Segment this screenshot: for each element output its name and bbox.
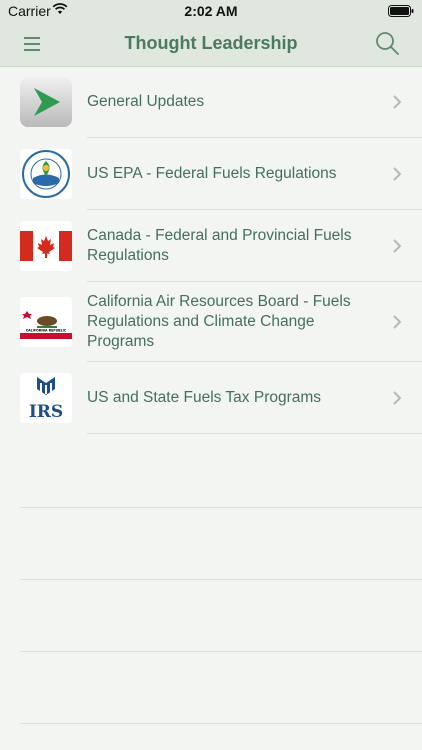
list-item-label: US EPA - Federal Fuels Regulations [87,165,337,182]
list-item[interactable]: General Updates [0,66,422,138]
chevron-right-icon [393,95,402,109]
irs-logo-text: IRS [29,402,63,422]
list-item-label: California Air Resources Board - Fuels R… [87,293,351,350]
empty-row-divider [20,507,422,508]
page-title: Thought Leadership [124,33,298,53]
list-item-label: Canada - Federal and Provincial Fuels Re… [87,227,352,264]
canada-flag-icon [20,221,72,271]
list-item[interactable]: IRS US and State Fuels Tax Programs [0,362,422,434]
chevron-right-icon [393,391,402,405]
list-item[interactable]: US EPA - Federal Fuels Regulations [0,138,422,210]
california-flag-text: CALIFORNIA REPUBLIC [26,329,67,333]
irs-logo-icon: IRS [20,373,72,423]
battery-icon [388,5,414,17]
empty-row-divider [20,723,422,724]
empty-row-divider [20,651,422,652]
empty-row-divider [20,579,422,580]
navigation-bar: Thought Leadership [0,22,422,67]
epa-seal-icon [20,149,72,199]
list-item[interactable]: CALIFORNIA REPUBLIC California Air Resou… [0,282,422,362]
chevron-right-icon [393,167,402,181]
search-icon[interactable] [374,30,400,56]
green-arrow-logo-icon [20,77,72,127]
row-divider [87,433,422,434]
list-item[interactable]: Canada - Federal and Provincial Fuels Re… [0,210,422,282]
list-item-label: US and State Fuels Tax Programs [87,389,322,406]
topics-list: General Updates US EPA - Federal Fuels R… [0,66,422,434]
chevron-right-icon [393,239,402,253]
status-time: 2:02 AM [184,3,238,19]
california-flag-icon: CALIFORNIA REPUBLIC [20,297,72,347]
list-item-label: General Updates [87,93,205,110]
status-bar: Carrier 2:02 AM [0,0,422,22]
chevron-right-icon [393,315,402,329]
